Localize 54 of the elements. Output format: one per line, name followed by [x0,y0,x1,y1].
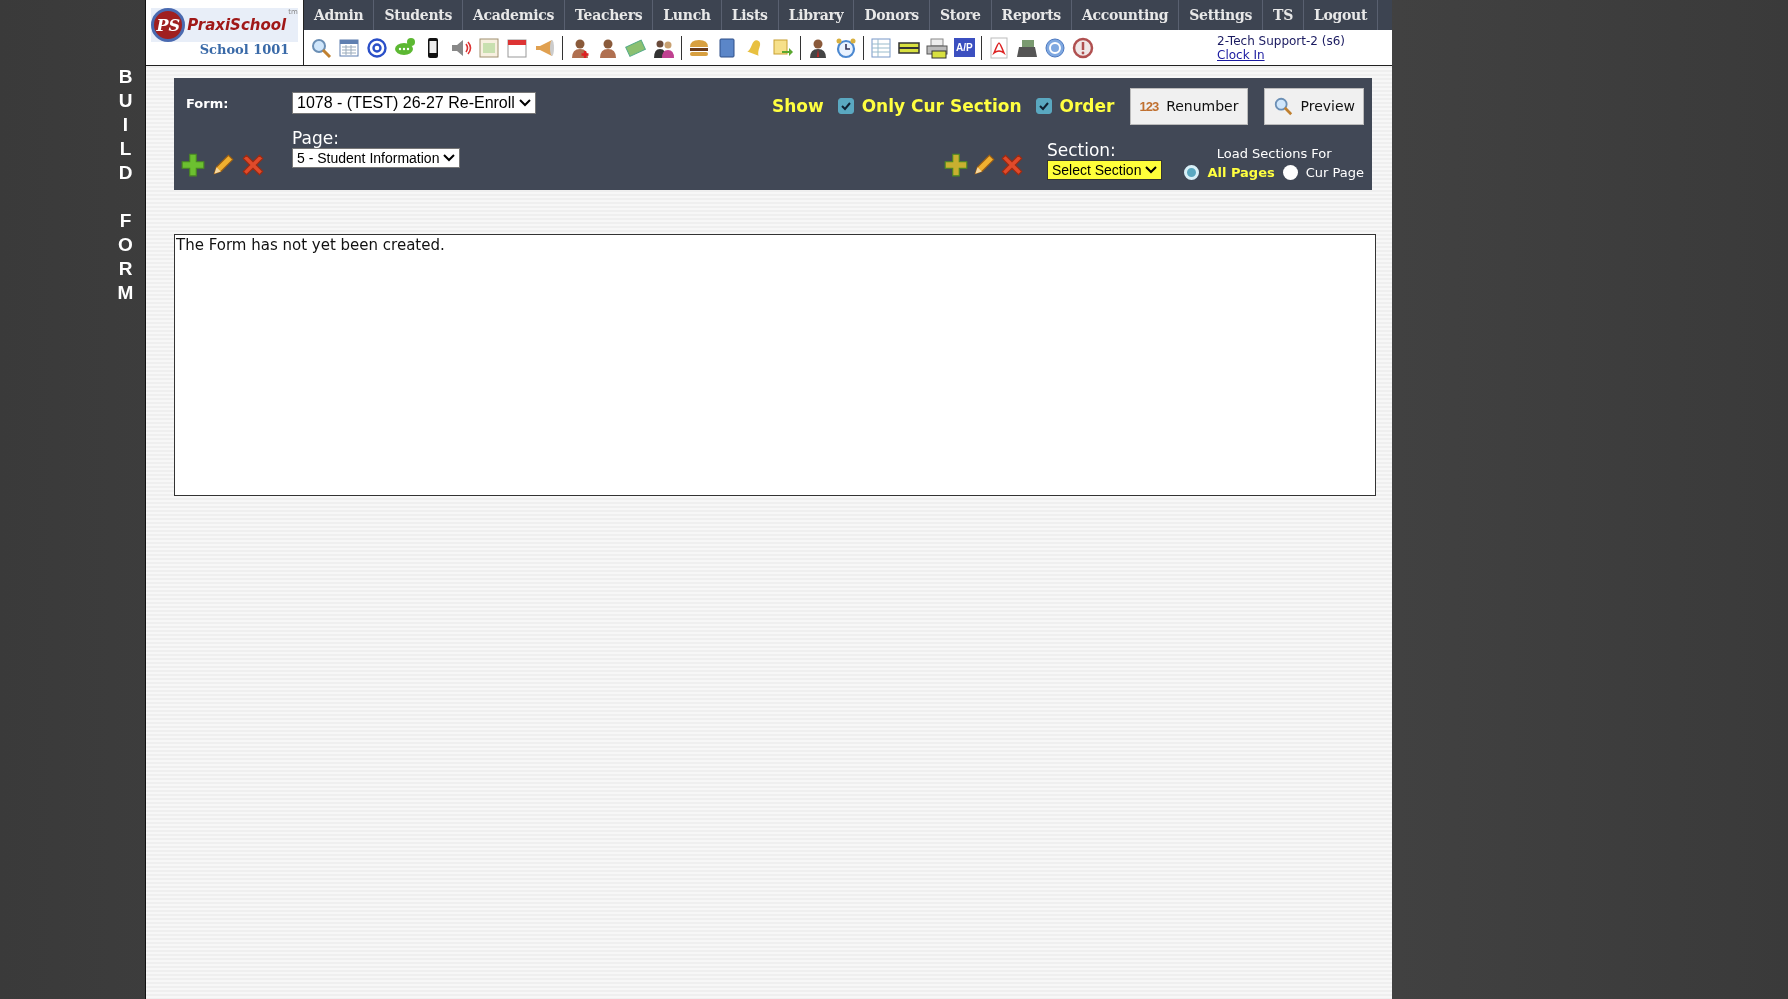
clock-in-link[interactable]: Clock In [1217,47,1265,62]
page-label: Page: [292,128,339,148]
nav-menu-item[interactable]: Settings [1179,0,1263,30]
radio-button[interactable] [1184,165,1200,180]
nav-menu-item[interactable]: Donors [854,0,930,30]
section-select[interactable]: Select Section [1046,160,1163,180]
pdf-icon[interactable] [987,36,1010,59]
nav-menu-item[interactable]: Lunch [653,0,722,30]
alarm-clock-icon[interactable] [835,36,857,59]
section-label: Section: [1046,140,1116,160]
checkbox-label: Order [1059,96,1115,116]
book-icon[interactable] [716,36,738,59]
nav-menu-item[interactable]: Library [778,0,855,30]
caret-icon[interactable] [443,154,456,162]
add-icon[interactable] [942,152,969,178]
nav-menu-item[interactable]: Logout [1303,0,1379,30]
empty-form-message: The Form has not yet been created. [175,235,446,255]
nav-menu-item[interactable]: Teachers [565,0,654,30]
search-icon[interactable] [310,36,332,59]
pencil-icon[interactable] [210,152,236,178]
page-select[interactable]: 5 - Student Information [292,148,461,168]
nav-menu-item[interactable]: Reports [991,0,1072,30]
search-icon[interactable] [1272,96,1293,116]
nav-menu-item[interactable]: TS [1263,0,1304,30]
radio-label: All Pages [1207,165,1275,180]
checkbox[interactable] [837,98,854,114]
show-label: Show [771,96,824,116]
caret-icon[interactable] [1145,166,1158,174]
nav-menu-item[interactable]: Admin [304,0,375,30]
load-sections-label: Load Sections For [1216,146,1332,161]
radio-label: Cur Page [1305,165,1364,180]
printer-icon[interactable] [926,36,948,59]
school-name: School 1001 [199,42,290,57]
ap-icon[interactable]: A/P [954,38,975,57]
user-name: 2-Tech Support-2 (s6) [1217,33,1347,48]
checkbox-label: Only Cur Section [861,96,1022,116]
form-label: Form: [185,95,230,111]
nav-menu-item[interactable]: Store [929,0,992,30]
calendar-grid-icon[interactable] [338,36,360,59]
nav-menu-item[interactable]: Students [374,0,464,30]
stop-icon[interactable] [1071,36,1094,59]
date-calendar-icon[interactable] [506,36,528,59]
nav-menu-item[interactable]: Lists [721,0,779,30]
checkbox[interactable] [1035,98,1052,114]
vertical-page-title: BUILD FORM [116,66,135,305]
renumber-button[interactable]: 123 Renumber [1130,87,1248,125]
nav-menu-item[interactable]: Academics [463,0,566,30]
radio-button[interactable] [1282,165,1298,180]
note-arrow-icon[interactable] [772,36,794,59]
nav-menu-item[interactable]: Accounting [1071,0,1180,30]
form-select[interactable]: 1078 - (TEST) 26-27 Re-Enroll [292,92,536,114]
caret-icon[interactable] [518,99,531,107]
add-icon[interactable] [180,152,206,178]
preview-button[interactable]: Preview [1263,87,1364,125]
